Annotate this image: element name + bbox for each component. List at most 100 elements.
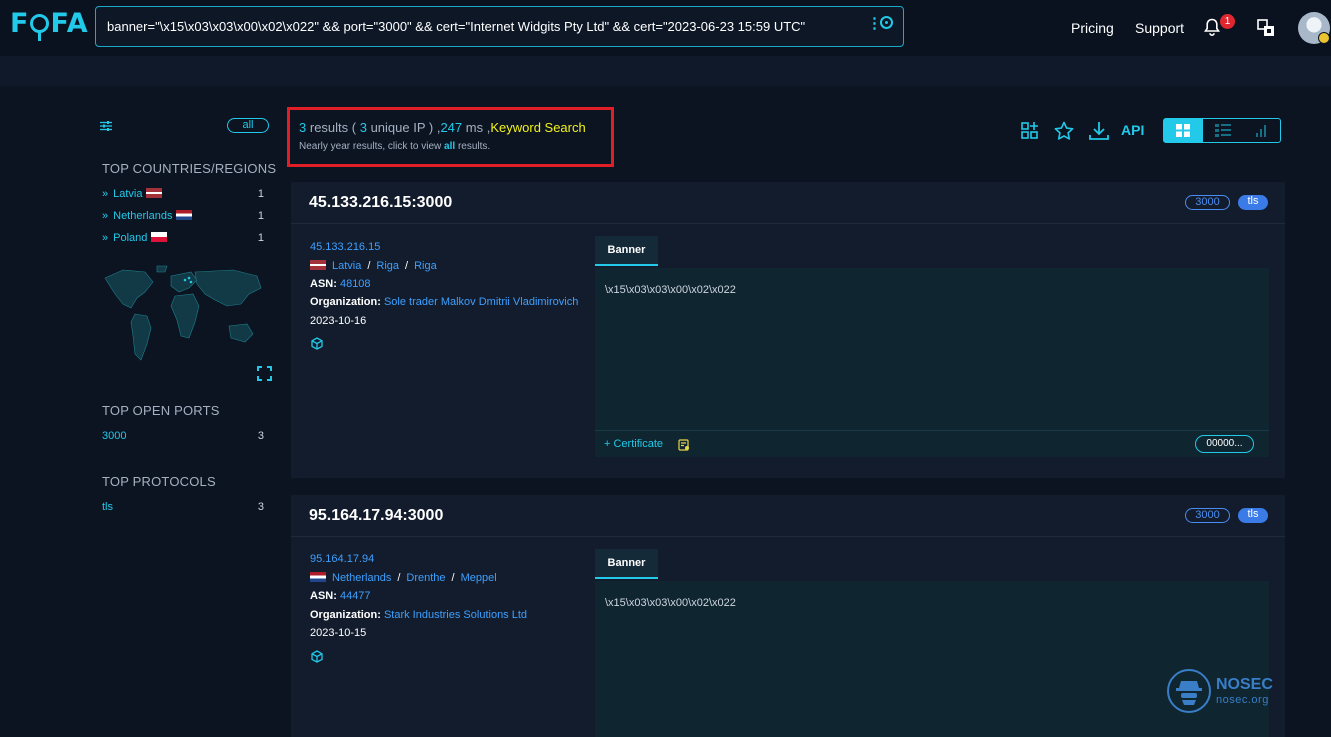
country-name: Poland <box>113 232 148 244</box>
asn-link[interactable]: 44477 <box>340 590 371 602</box>
all-filter-button[interactable]: all <box>227 118 269 133</box>
banner-content: \x15\x03\x03\x00\x02\x022 <box>595 268 1269 430</box>
view-toggle <box>1163 118 1281 143</box>
result-card: 95.164.17.94:3000 3000 tls 95.164.17.94 … <box>291 495 1285 737</box>
organization-line: Organization: Sole trader Malkov Dmitrii… <box>310 296 579 308</box>
port-count: 3 <box>257 430 264 442</box>
top-bar: F FA banner="\x15\x03\x03\x00\x02\x022" &… <box>0 0 1331 56</box>
bar-chart-icon <box>1256 125 1266 137</box>
filter-icon[interactable] <box>100 121 112 131</box>
country-name: Latvia <box>113 188 143 200</box>
api-button[interactable]: API <box>1121 122 1144 138</box>
protocol-count: 3 <box>257 501 264 513</box>
asn-line: ASN: 48108 <box>310 278 371 290</box>
certificate-bar: + Certificate 00000... <box>595 430 1269 457</box>
list-view-button[interactable] <box>1203 119 1242 142</box>
location-line: Latvia / Riga / Riga <box>310 260 437 272</box>
star-icon[interactable] <box>1054 121 1074 141</box>
search-bar[interactable]: banner="\x15\x03\x03\x00\x02\x022" && po… <box>95 6 904 47</box>
city-link[interactable]: Riga <box>414 260 437 272</box>
pricing-link[interactable]: Pricing <box>1071 20 1114 36</box>
chart-view-button[interactable] <box>1242 119 1281 142</box>
results-subtext: Nearly year results, click to view all r… <box>299 141 491 152</box>
organization-line: Organization: Stark Industries Solutions… <box>310 609 528 621</box>
protocol-tag[interactable]: tls <box>1238 508 1268 523</box>
bell-icon[interactable] <box>1204 18 1220 36</box>
view-all-link[interactable]: all <box>444 141 455 152</box>
country-count: 1 <box>257 188 264 200</box>
port-tag[interactable]: 3000 <box>1185 195 1230 210</box>
organization-link[interactable]: Sole trader Malkov Dmitrii Vladimirovich <box>384 296 578 308</box>
region-link[interactable]: Riga <box>376 260 399 272</box>
country-item[interactable]: » Poland 1 <box>102 232 267 248</box>
countries-heading: TOP COUNTRIES/REGIONS <box>102 161 277 176</box>
country-item[interactable]: » Latvia 1 <box>102 188 267 204</box>
certificate-icon[interactable] <box>678 439 690 451</box>
country-count: 1 <box>257 210 264 222</box>
nosec-logo-icon <box>1167 669 1211 713</box>
flag-latvia-icon <box>310 260 326 270</box>
cube-icon[interactable] <box>311 337 323 350</box>
country-item[interactable]: » Netherlands 1 <box>102 210 267 226</box>
asn-link[interactable]: 48108 <box>340 278 371 290</box>
location-line: Netherlands / Drenthe / Meppel <box>310 572 497 584</box>
ports-heading: TOP OPEN PORTS <box>102 403 220 418</box>
watermark-name: NOSEC <box>1216 676 1273 693</box>
flag-poland-icon <box>151 232 168 242</box>
country-name: Netherlands <box>113 210 173 222</box>
flag-netherlands-icon <box>310 572 326 582</box>
banner-content: \x15\x03\x03\x00\x02\x022 <box>595 581 1269 737</box>
protocols-heading: TOP PROTOCOLS <box>102 474 216 489</box>
country-link[interactable]: Latvia <box>332 260 361 272</box>
summary-highlight-box <box>287 107 614 167</box>
unique-ip-count: 3 <box>359 120 367 135</box>
banner-tab[interactable]: Banner <box>595 549 658 579</box>
date-label: 2023-10-15 <box>310 627 367 639</box>
avatar[interactable] <box>1298 12 1330 44</box>
grid-view-icon <box>1176 124 1190 137</box>
download-icon[interactable] <box>1089 121 1109 141</box>
grid-view-button[interactable] <box>1164 119 1203 142</box>
results-count: 3 <box>299 120 307 135</box>
cert-hash-pill[interactable]: 00000... <box>1195 435 1254 453</box>
port-item[interactable]: 3000 3 <box>102 430 267 446</box>
result-title-link[interactable]: 95.164.17.94:3000 <box>309 507 443 525</box>
city-link[interactable]: Meppel <box>461 572 497 584</box>
chevron-right-icon: » <box>102 232 109 244</box>
search-icon[interactable] <box>880 16 893 29</box>
banner-text: \x15\x03\x03\x00\x02\x022 <box>605 597 736 609</box>
search-input[interactable]: banner="\x15\x03\x03\x00\x02\x022" && po… <box>107 19 805 34</box>
organization-link[interactable]: Stark Industries Solutions Ltd <box>384 609 527 621</box>
banner-text: \x15\x03\x03\x00\x02\x022 <box>605 284 736 296</box>
results-summary: 3 results ( 3 unique IP ) ,247 ms ,Keywo… <box>299 120 586 135</box>
protocol-name: tls <box>102 501 113 513</box>
fofa-logo[interactable]: F FA <box>10 8 89 41</box>
card-header: 45.133.216.15:3000 3000 tls <box>291 182 1285 224</box>
result-title-link[interactable]: 45.133.216.15:3000 <box>309 194 452 212</box>
query-time: 247 <box>440 120 463 135</box>
support-link[interactable]: Support <box>1135 20 1184 36</box>
country-count: 1 <box>257 232 264 244</box>
certificate-toggle[interactable]: + Certificate <box>604 438 663 450</box>
expand-icon[interactable] <box>257 366 272 381</box>
date-label: 2023-10-16 <box>310 315 367 327</box>
protocol-item[interactable]: tls 3 <box>102 501 267 517</box>
watermark-site: nosec.org <box>1216 694 1269 706</box>
cube-icon[interactable] <box>311 650 323 663</box>
port-tag[interactable]: 3000 <box>1185 508 1230 523</box>
ip-link[interactable]: 45.133.216.15 <box>310 241 380 253</box>
result-card: 45.133.216.15:3000 3000 tls 45.133.216.1… <box>291 182 1285 478</box>
spy-icon <box>1176 681 1202 705</box>
banner-tab[interactable]: Banner <box>595 236 658 266</box>
chevron-right-icon: » <box>102 210 109 222</box>
sub-header-strip <box>0 56 1331 86</box>
language-icon[interactable] <box>1257 19 1275 37</box>
world-map[interactable] <box>101 264 267 374</box>
region-link[interactable]: Drenthe <box>406 572 445 584</box>
protocol-tag[interactable]: tls <box>1238 195 1268 210</box>
country-link[interactable]: Netherlands <box>332 572 391 584</box>
grid-plus-icon[interactable] <box>1020 121 1040 141</box>
port-name: 3000 <box>102 430 127 442</box>
ip-link[interactable]: 95.164.17.94 <box>310 553 374 565</box>
flag-netherlands-icon <box>176 210 193 220</box>
